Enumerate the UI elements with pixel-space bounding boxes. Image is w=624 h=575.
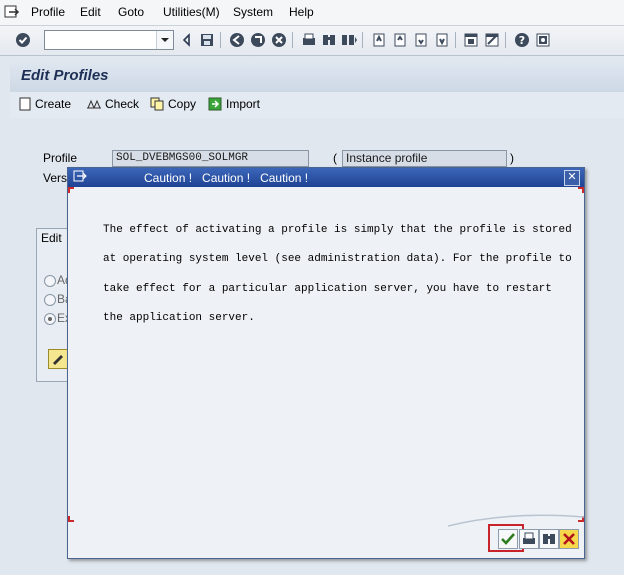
- binoculars-icon: [543, 534, 555, 544]
- radio-extended[interactable]: [44, 313, 56, 325]
- create-button[interactable]: Create: [19, 97, 71, 111]
- print-button[interactable]: [519, 529, 539, 549]
- enter-icon[interactable]: [14, 31, 32, 49]
- find-icon[interactable]: [320, 31, 338, 49]
- page-title: Edit Profiles: [21, 67, 109, 84]
- toolbar-separator: [455, 32, 456, 48]
- cancel-icon[interactable]: [270, 31, 288, 49]
- profile-label: Profile: [43, 151, 78, 165]
- application-toolbar: Create Check Copy Import: [10, 92, 624, 118]
- check-scale-icon: [87, 99, 101, 109]
- copy-button[interactable]: Copy: [150, 97, 196, 111]
- create-button-label: Create: [35, 97, 72, 111]
- print-icon: [523, 532, 535, 544]
- message-line: at operating system level (see administr…: [103, 253, 572, 266]
- first-page-icon[interactable]: [370, 31, 388, 49]
- svg-text:?: ?: [519, 34, 525, 47]
- chevron-down-icon: [161, 38, 169, 42]
- standard-toolbar: ?: [0, 26, 624, 56]
- radio-administration[interactable]: [44, 275, 56, 287]
- check-button-label: Check: [105, 97, 140, 111]
- check-button[interactable]: Check: [86, 97, 139, 111]
- toolbar-separator: [505, 32, 506, 48]
- profile-type-field: Instance profile: [342, 150, 507, 167]
- menu-utilities[interactable]: Utilities(M): [163, 5, 220, 19]
- find-button[interactable]: [539, 529, 559, 549]
- profile-field[interactable]: SOL_DVEBMGS00_SOLMGR: [112, 150, 309, 167]
- find-next-icon[interactable]: [340, 31, 358, 49]
- menu-edit[interactable]: Edit: [80, 5, 101, 19]
- back-icon[interactable]: [178, 31, 196, 49]
- menu-help[interactable]: Help: [289, 5, 314, 19]
- edit-group-label: Edit: [41, 231, 62, 245]
- title-bar: Edit Profiles: [10, 62, 624, 92]
- prev-page-icon[interactable]: [391, 31, 409, 49]
- continue-button[interactable]: [498, 529, 518, 549]
- import-button-label: Import: [226, 97, 261, 111]
- import-icon: [208, 97, 222, 111]
- back-nav-icon[interactable]: [228, 31, 246, 49]
- copy-button-label: Copy: [168, 97, 197, 111]
- menu-goto[interactable]: Goto: [118, 5, 144, 19]
- import-button[interactable]: Import: [208, 97, 260, 111]
- shortcut-icon[interactable]: [483, 31, 501, 49]
- dialog-footer: [68, 521, 584, 558]
- toolbar-separator: [292, 32, 293, 48]
- command-dropdown-button[interactable]: [156, 31, 173, 49]
- dialog-message: The effect of activating a profile is si…: [103, 216, 573, 333]
- dialog-title: Caution ! Caution ! Caution !: [144, 171, 309, 185]
- system-menu-icon[interactable]: [4, 4, 20, 20]
- dialog-corner-marker: [578, 187, 584, 193]
- checkmark-icon: [501, 533, 515, 545]
- dialog-system-icon[interactable]: [73, 170, 87, 184]
- create-session-icon[interactable]: [462, 31, 480, 49]
- message-line: the application server.: [103, 311, 255, 324]
- cancel-x-icon: [563, 533, 575, 545]
- menu-system[interactable]: System: [233, 5, 273, 19]
- edit-pencil-icon: [53, 355, 63, 365]
- close-icon[interactable]: ✕: [564, 170, 580, 186]
- dialog-title-bar: Caution ! Caution ! Caution ! ✕: [68, 168, 584, 187]
- toolbar-separator: [362, 32, 363, 48]
- next-page-icon[interactable]: [412, 31, 430, 49]
- help-icon[interactable]: ?: [513, 31, 531, 49]
- command-field[interactable]: [44, 30, 174, 50]
- message-line: take effect for a particular application…: [103, 282, 552, 295]
- caution-dialog: Caution ! Caution ! Caution ! ✕ The effe…: [67, 167, 585, 559]
- version-label: Versi: [43, 171, 70, 185]
- edit-action-button[interactable]: [48, 349, 68, 369]
- exit-icon[interactable]: [249, 31, 267, 49]
- menu-bar: Profile Edit Goto Utilities(M) System He…: [0, 0, 624, 26]
- document-icon: [19, 97, 31, 111]
- dialog-corner-marker: [68, 187, 74, 193]
- print-icon[interactable]: [300, 31, 318, 49]
- copy-icon: [150, 97, 164, 111]
- cancel-button[interactable]: [559, 529, 579, 549]
- message-line: The effect of activating a profile is si…: [103, 224, 572, 236]
- profile-type-close: ): [510, 151, 514, 165]
- save-icon[interactable]: [198, 31, 216, 49]
- toolbar-separator: [220, 32, 221, 48]
- last-page-icon[interactable]: [433, 31, 451, 49]
- radio-basic[interactable]: [44, 294, 56, 306]
- layout-icon[interactable]: [534, 31, 552, 49]
- profile-type-open: (: [333, 151, 337, 165]
- menu-profile[interactable]: Profile: [31, 5, 65, 19]
